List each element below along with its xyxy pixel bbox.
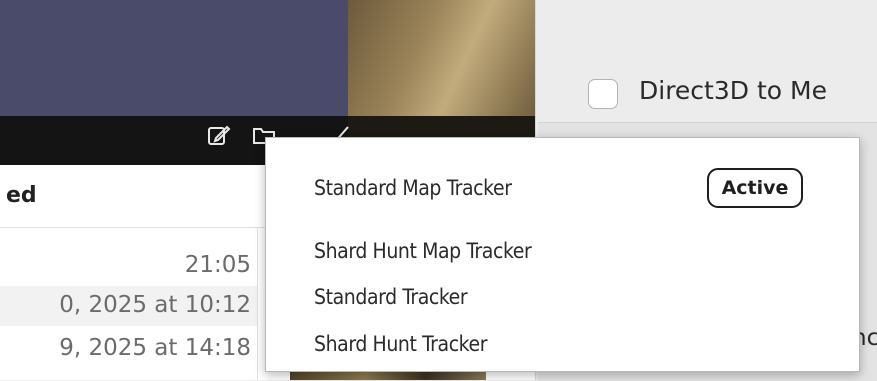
list-item-timestamp: 21:05 [184,252,251,278]
column-divider [257,228,258,380]
list-item[interactable]: 9, 2025 at 14:18 [0,329,257,369]
menu-item-standard-map-tracker[interactable]: Standard Map Tracker [314,176,512,200]
list-item-timestamp: 9, 2025 at 14:18 [59,335,251,361]
menu-item-shard-hunt-map-tracker[interactable]: Shard Hunt Map Tracker [314,239,532,263]
list-item[interactable]: 0, 2025 at 10:12 [0,286,257,326]
menu-item-standard-tracker[interactable]: Standard Tracker [314,285,468,309]
direct3d-checkbox-label: Direct3D to Me [639,76,827,105]
list-item[interactable]: 21:05 [0,246,257,286]
tracker-menu: Standard Map Tracker Active Shard Hunt M… [265,137,860,372]
list-item-timestamp: 0, 2025 at 10:12 [59,292,251,318]
menu-item-shard-hunt-tracker[interactable]: Shard Hunt Tracker [314,332,487,356]
column-header-label: ed [6,183,37,208]
active-badge: Active [707,168,803,208]
edit-icon[interactable] [207,123,231,147]
direct3d-checkbox[interactable] [588,79,618,109]
